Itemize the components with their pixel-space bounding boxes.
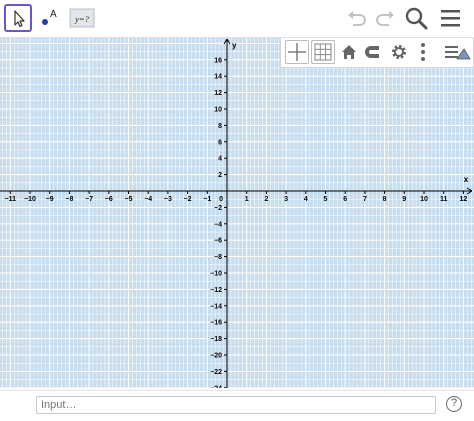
y-tick-label: −18 <box>210 336 222 343</box>
x-tick-label: 2 <box>264 196 268 203</box>
y-tick-label: 12 <box>214 90 222 97</box>
y-tick-label: −6 <box>214 238 222 245</box>
y-tick-label: 4 <box>218 156 222 163</box>
x-tick-label: 5 <box>324 196 328 203</box>
point-tool-button[interactable]: A <box>36 4 64 32</box>
y-tick-label: −12 <box>210 287 222 294</box>
input-tool-button[interactable]: y=? <box>68 4 96 32</box>
y-tick-label: 2 <box>218 172 222 179</box>
more-button[interactable] <box>411 40 435 64</box>
point-capturing-button[interactable] <box>361 40 385 64</box>
coordinate-plane[interactable]: −11 −10 −9 −8 −7 −6 −5 −4 −3 −2 −1 1 2 3 4 5 6 7 8 9 10 11 12−… <box>0 38 474 388</box>
menu-icon[interactable] <box>438 6 464 30</box>
y-tick-label: −14 <box>210 303 222 310</box>
x-tick-label: −3 <box>164 196 172 203</box>
x-tick-label: −10 <box>24 196 36 203</box>
x-tick-label: −1 <box>203 196 211 203</box>
undo-icon[interactable] <box>344 6 370 30</box>
y-tick-label: 6 <box>218 139 222 146</box>
x-tick-label: 12 <box>460 196 468 203</box>
graphics-view[interactable]: −11 −10 −9 −8 −7 −6 −5 −4 −3 −2 −1 1 2 3 4 5 6 7 8 9 10 11 12−… <box>0 38 474 388</box>
y-tick-label: −22 <box>210 369 222 376</box>
x-tick-label: −7 <box>85 196 93 203</box>
y-tick-label: −2 <box>214 205 222 212</box>
input-field[interactable] <box>36 396 436 414</box>
x-tick-label: 3 <box>284 196 288 203</box>
grid <box>0 38 474 388</box>
cursor-arrow-icon <box>14 10 25 28</box>
grid-icon <box>314 43 332 61</box>
origin-label: 0 <box>219 196 223 203</box>
settings-button[interactable] <box>387 40 411 64</box>
y-tick-label: −10 <box>210 271 222 278</box>
axes-icon <box>288 43 306 61</box>
home-button[interactable] <box>337 40 361 64</box>
point-icon: A <box>42 9 57 25</box>
y-tick-label: 10 <box>214 107 222 114</box>
toolbar: A y=? <box>0 0 474 38</box>
algebra-toggle-icon <box>445 46 471 60</box>
y-tick-label: −8 <box>214 254 222 261</box>
y-tick-label: −24 <box>210 385 222 388</box>
axes-toggle-button[interactable] <box>285 40 309 64</box>
input-tool-label: y=? <box>74 14 90 24</box>
x-tick-label: −11 <box>5 196 17 203</box>
redo-icon[interactable] <box>372 6 398 30</box>
search-icon[interactable] <box>404 6 430 30</box>
x-tick-label: 11 <box>440 196 448 203</box>
y-axis-label: y <box>232 41 237 50</box>
input-bar: ? <box>0 390 474 421</box>
y-tick-label: −20 <box>210 353 222 360</box>
y-tick-label: 16 <box>214 57 222 64</box>
x-tick-label: 8 <box>383 196 387 203</box>
x-tick-label: −9 <box>46 196 54 203</box>
move-tool-button[interactable] <box>4 4 32 32</box>
help-button[interactable]: ? <box>446 396 462 412</box>
x-tick-label: −2 <box>184 196 192 203</box>
equation-icon: y=? <box>69 8 95 28</box>
x-tick-label: 10 <box>420 196 428 203</box>
x-tick-label: −5 <box>125 196 133 203</box>
x-tick-label: 9 <box>402 196 406 203</box>
x-tick-label: 4 <box>304 196 308 203</box>
x-tick-label: −4 <box>144 196 152 203</box>
y-tick-label: −4 <box>214 221 222 228</box>
x-tick-label: −8 <box>65 196 73 203</box>
y-tick-label: 8 <box>218 123 222 130</box>
x-tick-label: 7 <box>363 196 367 203</box>
axes <box>0 38 473 388</box>
gear-icon <box>392 45 406 59</box>
home-icon <box>342 45 356 59</box>
graphics-style-bar <box>280 38 474 68</box>
y-tick-label: 14 <box>214 74 222 81</box>
point-tool-label: A <box>50 9 57 20</box>
y-tick-label: −16 <box>210 320 222 327</box>
x-tick-label: 1 <box>245 196 249 203</box>
x-axis-label: x <box>464 175 469 184</box>
x-tick-label: −6 <box>105 196 113 203</box>
magnet-icon <box>365 46 379 58</box>
grid-toggle-button[interactable] <box>311 40 335 64</box>
x-tick-label: 6 <box>343 196 347 203</box>
algebra-view-toggle[interactable] <box>443 40 471 64</box>
more-icon <box>421 43 425 61</box>
